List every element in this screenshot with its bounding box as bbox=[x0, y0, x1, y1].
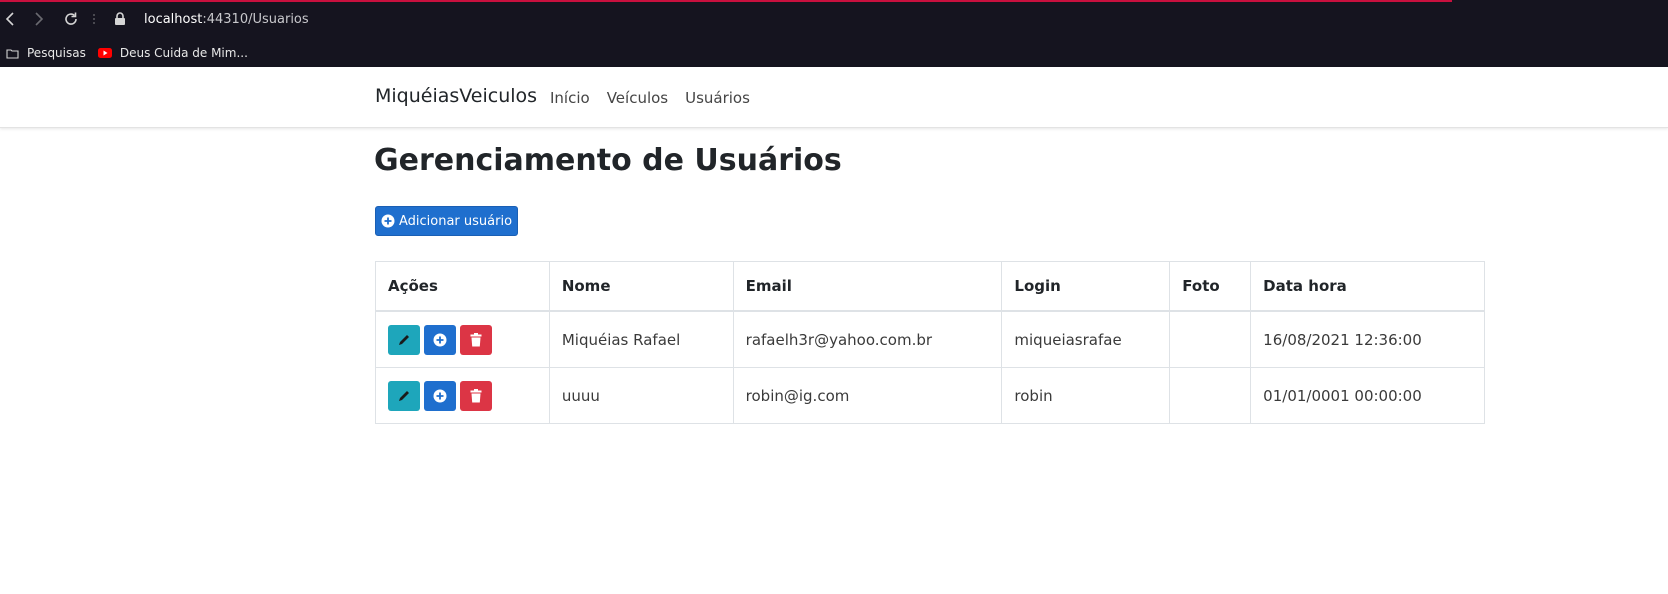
plus-circle-icon bbox=[433, 333, 447, 346]
bookmark-pesquisas[interactable]: Pesquisas bbox=[6, 46, 86, 60]
loading-accent-line bbox=[0, 0, 1452, 2]
edit-button[interactable] bbox=[388, 324, 420, 355]
cell-data-hora: 01/01/0001 00:00:00 bbox=[1250, 367, 1485, 424]
cell-login: robin bbox=[1001, 367, 1171, 424]
cell-nome: Miquéias Rafael bbox=[548, 310, 734, 368]
add-user-button[interactable]: Adicionar usuário bbox=[375, 206, 518, 236]
column-header-login: Login bbox=[1001, 261, 1171, 312]
users-table: Ações Nome Email Login Foto Data hora Mi… bbox=[375, 261, 1485, 424]
navbar-links: Início Veículos Usuários bbox=[550, 89, 767, 107]
navbar-brand[interactable]: MiquéiasVeiculos bbox=[375, 85, 537, 107]
cell-email: rafaelh3r@yahoo.com.br bbox=[732, 310, 1003, 368]
browser-chrome: localhost:44310/Usuarios Pesquisas Deus … bbox=[0, 0, 1668, 67]
cell-email: robin@ig.com bbox=[732, 367, 1003, 424]
lock-icon bbox=[115, 12, 125, 25]
bookmark-label: Pesquisas bbox=[27, 46, 86, 60]
delete-button[interactable] bbox=[460, 380, 492, 411]
nav-link-veiculos[interactable]: Veículos bbox=[607, 89, 668, 107]
plus-circle-icon bbox=[433, 389, 447, 402]
cell-foto bbox=[1169, 367, 1252, 424]
edit-button[interactable] bbox=[388, 380, 420, 411]
reload-button[interactable] bbox=[60, 8, 82, 30]
pencil-icon bbox=[399, 390, 409, 401]
cell-login: miqueiasrafae bbox=[1001, 310, 1171, 368]
bookmarks-bar: Pesquisas Deus Cuida de Mim... bbox=[0, 40, 260, 66]
plus-circle-icon bbox=[381, 214, 395, 228]
table-row: uuuu robin@ig.com robin 01/01/0001 00:00… bbox=[375, 367, 1485, 424]
details-button[interactable] bbox=[424, 324, 456, 355]
add-user-label: Adicionar usuário bbox=[398, 213, 513, 229]
column-header-data-hora: Data hora bbox=[1250, 261, 1485, 312]
back-button[interactable] bbox=[0, 8, 22, 30]
table-header-row: Ações Nome Email Login Foto Data hora bbox=[375, 261, 1485, 312]
bookmark-deus-cuida[interactable]: Deus Cuida de Mim... bbox=[97, 46, 248, 60]
separator-dots-icon bbox=[93, 14, 95, 24]
back-arrow-icon bbox=[5, 12, 14, 26]
forward-arrow-icon bbox=[35, 12, 44, 26]
address-bar[interactable]: localhost:44310/Usuarios bbox=[144, 10, 309, 30]
nav-link-inicio[interactable]: Início bbox=[550, 89, 590, 107]
column-header-acoes: Ações bbox=[375, 261, 550, 312]
url-host: localhost bbox=[144, 12, 203, 27]
actions-cell bbox=[375, 367, 550, 424]
reload-icon bbox=[65, 12, 77, 25]
actions-cell bbox=[375, 310, 550, 368]
column-header-foto: Foto bbox=[1169, 261, 1252, 312]
column-header-email: Email bbox=[732, 261, 1003, 312]
table-row: Miquéias Rafael rafaelh3r@yahoo.com.br m… bbox=[375, 310, 1485, 368]
bookmark-label: Deus Cuida de Mim... bbox=[119, 46, 248, 60]
trash-icon bbox=[470, 388, 482, 402]
cell-nome: uuuu bbox=[548, 367, 734, 424]
cell-foto bbox=[1169, 310, 1252, 368]
site-navbar: MiquéiasVeiculos Início Veículos Usuário… bbox=[0, 67, 1668, 128]
delete-button[interactable] bbox=[460, 324, 492, 355]
forward-button[interactable] bbox=[27, 8, 49, 30]
trash-icon bbox=[470, 332, 482, 346]
cell-data-hora: 16/08/2021 12:36:00 bbox=[1250, 310, 1485, 368]
pencil-icon bbox=[399, 334, 409, 345]
youtube-icon bbox=[97, 48, 112, 58]
page-title: Gerenciamento de Usuários bbox=[374, 143, 842, 178]
nav-link-usuarios[interactable]: Usuários bbox=[685, 89, 750, 107]
details-button[interactable] bbox=[424, 380, 456, 411]
folder-icon bbox=[6, 48, 19, 59]
url-path: :44310/Usuarios bbox=[202, 12, 309, 27]
column-header-nome: Nome bbox=[548, 261, 734, 312]
